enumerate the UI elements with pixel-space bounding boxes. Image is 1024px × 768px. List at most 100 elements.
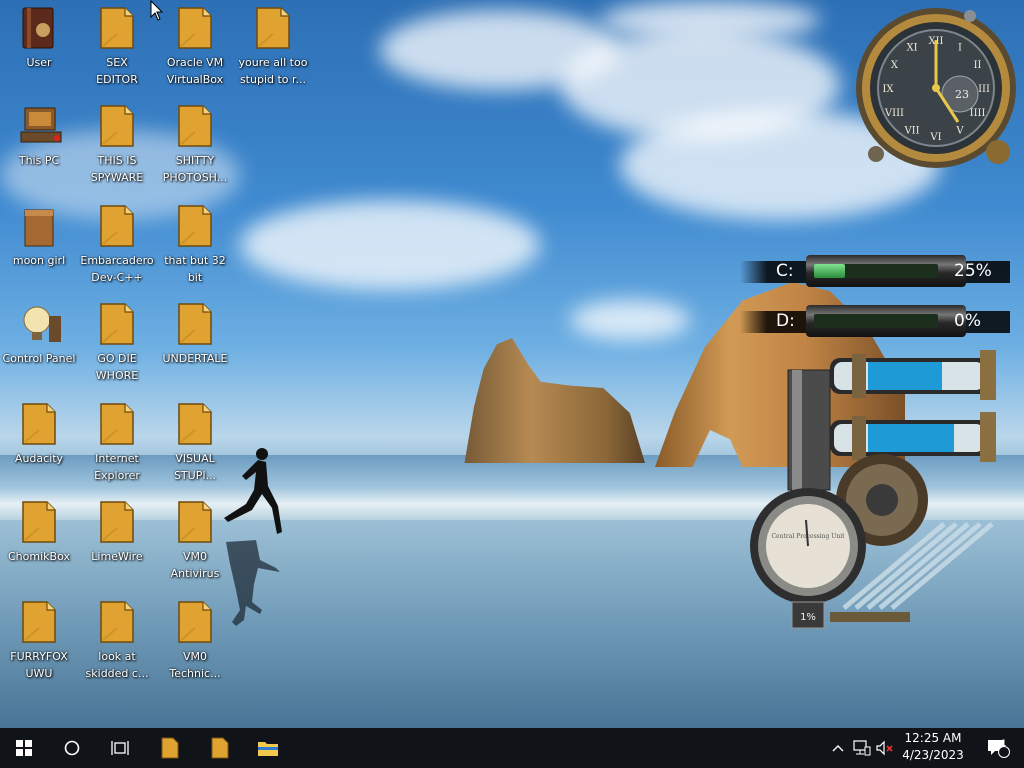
bulb-icon (19, 302, 61, 346)
file-icon (97, 104, 137, 148)
cloud (570, 300, 690, 340)
folder-icon (258, 742, 278, 756)
desktop-icon[interactable]: ChomikBox (0, 500, 78, 565)
drive-usage-d[interactable]: D: 0% (740, 303, 1010, 341)
file-icon (175, 600, 215, 644)
file-icon (175, 204, 215, 248)
desktop-icon-label: SEX EDITOR (96, 56, 138, 86)
taskbar-file-explorer[interactable] (246, 728, 290, 768)
desktop-icon-label: Control Panel (2, 352, 76, 365)
task-view-icon (111, 741, 129, 755)
desktop-icon-label: youre all too stupid to r... (238, 56, 308, 86)
clock-numeral: V (955, 126, 964, 137)
desktop-icon-label: FURRYFOX UWU (10, 650, 68, 680)
taskbar: 12:25 AM 4/23/2023 1 (0, 728, 1024, 768)
windows-logo-icon (16, 740, 32, 756)
desktop-icon-label: Oracle VM VirtualBox (166, 56, 224, 86)
desktop-icon-label: LimeWire (91, 550, 143, 563)
desktop-icon[interactable]: This PC (0, 104, 78, 169)
desktop-icon[interactable]: FURRYFOX UWU (0, 600, 78, 682)
desktop-icon[interactable]: GO DIE WHORE (78, 302, 156, 384)
desktop-icon-label: VISUAL STUPI... (173, 452, 217, 482)
file-icon (19, 600, 59, 644)
clock-numeral: IX (882, 84, 894, 95)
mouse-cursor-icon (150, 0, 164, 21)
volume-button[interactable] (874, 728, 896, 768)
file-icon (161, 737, 179, 759)
file-icon (97, 402, 137, 446)
notification-count: 1 (1001, 739, 1007, 749)
taskbar-date: 4/23/2023 (902, 748, 964, 762)
desktop-icon-label: Internet Explorer (94, 452, 140, 482)
search-button[interactable] (48, 728, 96, 768)
file-icon (175, 402, 215, 446)
clock-numeral: VIII (884, 108, 904, 119)
desktop-icon-label: ChomikBox (8, 550, 70, 563)
taskbar-time: 12:25 AM (904, 731, 962, 745)
desktop-icon-label: Audacity (14, 452, 64, 465)
show-hidden-icons-button[interactable] (828, 728, 848, 768)
action-center-button[interactable]: 1 (978, 728, 1018, 768)
file-icon (97, 500, 137, 544)
start-button[interactable] (0, 728, 48, 768)
desktop-icon[interactable]: Embarcadero Dev-C++ (78, 204, 156, 286)
desktop[interactable]: User SEX EDITOR Oracle VM VirtualBox youre … (0, 0, 1024, 728)
desktop-icon[interactable]: SHITTY PHOTOSH... (156, 104, 234, 186)
cloud (240, 200, 540, 290)
desktop-icon[interactable]: VISUAL STUPI... (156, 402, 234, 484)
desktop-icon[interactable]: youre all too stupid to r... (234, 6, 312, 88)
file-icon (175, 302, 215, 346)
desktop-icon[interactable]: Control Panel (0, 302, 78, 367)
clock-numeral: XI (906, 42, 917, 53)
file-icon (97, 600, 137, 644)
desktop-icon[interactable]: User (0, 6, 78, 71)
desktop-icon[interactable]: look at skidded c... (78, 600, 156, 682)
desktop-icon-label: SHITTY PHOTOSH... (162, 154, 228, 184)
clock-numeral: VII (903, 126, 919, 137)
clock-numeral: X (891, 60, 899, 71)
desktop-icon-label: look at skidded c... (85, 650, 149, 680)
clock-numeral: IIII (970, 108, 986, 119)
file-icon (19, 402, 59, 446)
cpu-pipe-gauge-gadget[interactable]: Central Processing Unit 1% (744, 350, 1004, 650)
desktop-icon-label: UNDERTALE (162, 352, 228, 365)
network-icon (853, 740, 871, 756)
desktop-icon[interactable]: Oracle VM VirtualBox (156, 6, 234, 88)
taskbar-pinned-file-2[interactable] (198, 728, 242, 768)
desktop-icon[interactable]: moon girl (0, 204, 78, 269)
desktop-icon[interactable]: Internet Explorer (78, 402, 156, 484)
desktop-icon[interactable]: SEX EDITOR (78, 6, 156, 88)
clock-numeral: III (978, 84, 990, 95)
file-icon (175, 6, 215, 50)
clock-numeral: VI (929, 132, 941, 143)
cloud (600, 0, 820, 40)
drive-fill-bar (814, 264, 845, 278)
clock-date: 23 (955, 88, 969, 101)
book-icon (19, 6, 59, 50)
desktop-icon[interactable]: that but 32 bit (156, 204, 234, 286)
drive-percent: 25% (954, 261, 992, 281)
desktop-icon[interactable]: THIS IS SPYWARE (78, 104, 156, 186)
box-icon (19, 204, 59, 248)
drive-letter: D: (776, 311, 795, 331)
clock-numeral: II (974, 60, 982, 71)
drive-percent: 0% (954, 311, 981, 331)
desktop-icon-label: User (26, 56, 52, 69)
file-icon (253, 6, 293, 50)
task-view-button[interactable] (96, 728, 144, 768)
circle-search-icon (64, 740, 80, 756)
desktop-icon-label: Embarcadero Dev-C++ (80, 254, 154, 284)
desktop-icon[interactable]: Audacity (0, 402, 78, 467)
desktop-icon[interactable]: VM0 Antivirus (156, 500, 234, 582)
desktop-icon-label: THIS IS SPYWARE (90, 154, 144, 184)
steampunk-clock-gadget[interactable]: XIIIIIIIIIIIIVVIVIIVIIIIXXXI23 (850, 4, 1022, 172)
desktop-icon-label: VM0 Antivirus (170, 550, 220, 580)
drive-usage-c[interactable]: C: 25% (740, 253, 1010, 291)
network-status-button[interactable] (850, 728, 874, 768)
taskbar-pinned-file-1[interactable] (148, 728, 192, 768)
desktop-icon[interactable]: UNDERTALE (156, 302, 234, 367)
desktop-icon[interactable]: VM0 Technic... (156, 600, 234, 682)
desktop-icon[interactable]: LimeWire (78, 500, 156, 565)
chevron-up-icon (832, 745, 844, 752)
taskbar-clock[interactable]: 12:25 AM 4/23/2023 (894, 730, 972, 764)
